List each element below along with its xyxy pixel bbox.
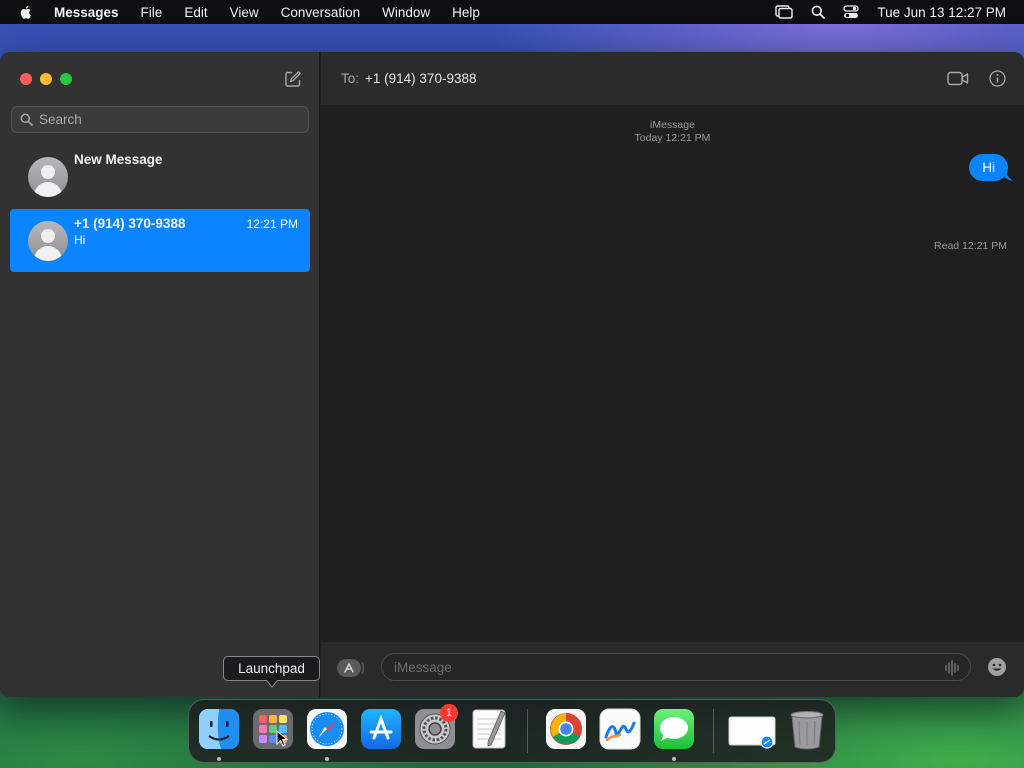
conversation-name: New Message: [74, 152, 163, 167]
menu-file[interactable]: File: [141, 5, 163, 20]
notification-badge: 1: [440, 704, 458, 722]
sidebar: Search New Message +1 (914) 370-9388 12:…: [0, 52, 320, 697]
textedit-icon[interactable]: [467, 707, 511, 751]
zoom-button[interactable]: [60, 73, 72, 85]
safari-icon[interactable]: [305, 707, 349, 751]
conversation-preview: Hi: [74, 233, 86, 247]
to-label: To:: [341, 71, 360, 86]
app-store-icon[interactable]: [359, 707, 403, 751]
avatar: [28, 221, 68, 261]
preview-icon[interactable]: [727, 707, 777, 751]
message-input[interactable]: iMessage: [381, 653, 971, 681]
composer-bar: iMessage: [321, 642, 1024, 697]
conversation-header: To: +1 (914) 370-9388: [321, 52, 1024, 105]
dock-tooltip: Launchpad: [223, 656, 320, 681]
search-icon: [20, 113, 33, 126]
dock-separator: [713, 709, 714, 753]
mouse-pointer-icon: [276, 730, 288, 747]
apple-icon[interactable]: [18, 4, 34, 20]
messages-icon[interactable]: [652, 707, 696, 751]
service-timestamp: Today 12:21 PM: [634, 132, 711, 144]
close-button[interactable]: [20, 73, 32, 85]
conversation-pane: To: +1 (914) 370-9388 iMessage Today 12:…: [321, 52, 1024, 697]
emoji-icon[interactable]: [987, 657, 1007, 677]
compose-icon[interactable]: [284, 70, 302, 88]
menu-view[interactable]: View: [230, 5, 259, 20]
spotlight-icon[interactable]: [811, 5, 826, 19]
finder-running-indicator: [217, 757, 221, 761]
conversation-item-selected[interactable]: +1 (914) 370-9388 12:21 PM Hi: [10, 209, 310, 272]
menu-conversation[interactable]: Conversation: [281, 5, 361, 20]
conversation-new-message[interactable]: New Message: [10, 145, 310, 208]
chrome-icon[interactable]: [544, 707, 588, 751]
read-receipt: Read 12:21 PM: [934, 240, 1007, 252]
service-label: iMessage: [650, 119, 695, 131]
search-placeholder: Search: [39, 112, 82, 127]
app-store-apps-icon[interactable]: [336, 658, 366, 678]
info-icon[interactable]: [989, 70, 1006, 87]
safari-running-indicator: [325, 757, 329, 761]
menu-help[interactable]: Help: [452, 5, 480, 20]
minimize-button[interactable]: [40, 73, 52, 85]
control-center-icon[interactable]: [843, 5, 860, 19]
message-bubble-sent[interactable]: Hi: [969, 154, 1008, 181]
menu-clock[interactable]: Tue Jun 13 12:27 PM: [877, 5, 1006, 20]
screen-mirroring-icon[interactable]: [775, 5, 794, 19]
conversation-time: 12:21 PM: [246, 217, 298, 231]
audio-message-icon[interactable]: [944, 660, 960, 676]
avatar: [28, 157, 68, 197]
launchpad-icon[interactable]: [251, 707, 295, 751]
tooltip-arrow: [266, 680, 278, 688]
menu-app-name[interactable]: Messages: [54, 5, 119, 20]
recipient-field[interactable]: +1 (914) 370-9388: [365, 71, 476, 86]
trash-icon[interactable]: [785, 707, 829, 751]
conversation-name: +1 (914) 370-9388: [74, 216, 186, 231]
dock-separator: [527, 709, 528, 753]
message-placeholder: iMessage: [394, 659, 452, 675]
search-field[interactable]: Search: [11, 106, 309, 133]
finder-icon[interactable]: [197, 707, 241, 751]
freeform-icon[interactable]: [598, 707, 642, 751]
menu-window[interactable]: Window: [382, 5, 430, 20]
menu-edit[interactable]: Edit: [184, 5, 207, 20]
messages-window: Search New Message +1 (914) 370-9388 12:…: [0, 52, 1024, 697]
message-transcript[interactable]: iMessage Today 12:21 PM Hi Read 12:21 PM: [321, 105, 1024, 642]
video-call-icon[interactable]: [947, 71, 969, 86]
window-controls: [20, 73, 80, 85]
menu-bar: Messages File Edit View Conversation Win…: [0, 0, 1024, 24]
messages-running-indicator: [672, 757, 676, 761]
